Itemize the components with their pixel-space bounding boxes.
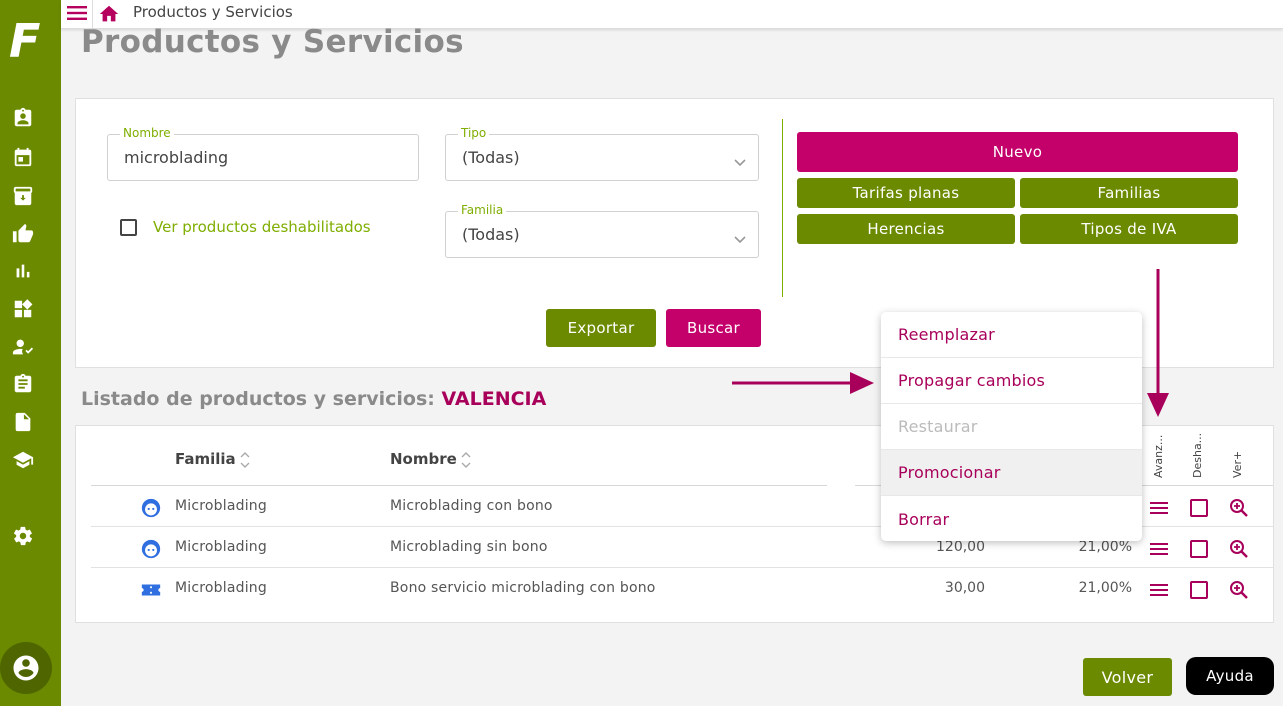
breadcrumb: Productos y Servicios: [133, 3, 293, 21]
header-nombre[interactable]: Nombre: [390, 450, 471, 469]
list-city: VALENCIA: [441, 388, 547, 410]
zoom-in-icon[interactable]: [1228, 497, 1250, 519]
zoom-in-icon[interactable]: [1228, 538, 1250, 560]
deshabilitar-checkbox[interactable]: [1188, 497, 1210, 519]
nuevo-button[interactable]: Nuevo: [797, 132, 1238, 172]
sort-icon[interactable]: [461, 451, 471, 469]
filter-divider: [782, 119, 783, 297]
header-divider: [91, 485, 827, 486]
tipo-select[interactable]: Tipo (Todas): [445, 126, 759, 181]
row-divider: [91, 567, 1273, 568]
tarifas-planas-button[interactable]: Tarifas planas: [797, 178, 1015, 208]
row-familia: Microblading: [175, 498, 267, 514]
menu-hamburger-icon[interactable]: [67, 5, 87, 21]
row-iva: 21,00%: [1078, 539, 1132, 555]
header-nombre-label: Nombre: [390, 450, 457, 468]
ayuda-button[interactable]: Ayuda: [1186, 657, 1274, 695]
page-title: Productos y Servicios: [81, 24, 464, 60]
row-familia: Microblading: [175, 539, 267, 555]
volver-button[interactable]: Volver: [1083, 658, 1172, 696]
archive-box-icon[interactable]: [12, 185, 34, 207]
thumbs-up-icon[interactable]: [12, 223, 34, 245]
bar-chart-icon[interactable]: [12, 260, 34, 282]
nombre-field[interactable]: Nombre microblading: [107, 126, 419, 181]
familia-select[interactable]: Familia (Todas): [445, 203, 759, 258]
app-logo: F: [9, 14, 41, 68]
menu-item-propagar-cambios[interactable]: Propagar cambios: [881, 358, 1142, 404]
zoom-in-icon[interactable]: [1228, 579, 1250, 601]
header-deshabilitado: Desha...: [1191, 432, 1204, 478]
list-title: Listado de productos y servicios: VALENC…: [81, 388, 546, 410]
header-familia[interactable]: Familia: [175, 450, 250, 469]
calendar-icon[interactable]: [12, 146, 34, 168]
face-icon: [140, 497, 162, 519]
menu-item-reemplazar[interactable]: Reemplazar: [881, 312, 1142, 358]
row-precio: 30,00: [944, 580, 985, 596]
sidebar: F: [0, 0, 61, 706]
list-clipboard-icon[interactable]: [12, 373, 34, 395]
tipo-value: (Todas): [462, 148, 520, 167]
menu-lines-icon[interactable]: [1148, 579, 1170, 601]
familia-value: (Todas): [462, 225, 520, 244]
deshabilitar-checkbox[interactable]: [1188, 538, 1210, 560]
familia-label: Familia: [458, 203, 507, 217]
graduation-cap-icon[interactable]: [12, 449, 34, 471]
nombre-input[interactable]: microblading: [124, 148, 228, 167]
nombre-label: Nombre: [120, 126, 174, 140]
chevron-down-icon[interactable]: [734, 229, 746, 244]
row-precio: 120,00: [936, 539, 985, 555]
row-nombre: Microblading sin bono: [390, 539, 548, 555]
tipos-iva-button[interactable]: Tipos de IVA: [1020, 214, 1238, 244]
gear-icon[interactable]: [12, 525, 34, 547]
row-familia: Microblading: [175, 580, 267, 596]
tipo-label: Tipo: [458, 126, 490, 140]
user-avatar-icon[interactable]: [0, 642, 52, 694]
header-avanzado: Avanz...: [1152, 434, 1165, 478]
home-icon[interactable]: [98, 3, 120, 25]
ver-deshabilitados-label[interactable]: Ver productos deshabilitados: [153, 218, 371, 236]
menu-lines-icon[interactable]: [1148, 497, 1170, 519]
row-iva: 21,00%: [1078, 580, 1132, 596]
row-nombre: Microblading con bono: [390, 498, 553, 514]
menu-item-restaurar: Restaurar: [881, 404, 1142, 450]
deshabilitar-checkbox[interactable]: [1188, 579, 1210, 601]
document-icon[interactable]: [12, 411, 34, 433]
menu-item-borrar[interactable]: Borrar: [881, 496, 1142, 541]
ver-deshabilitados-checkbox[interactable]: [120, 219, 137, 236]
buscar-button[interactable]: Buscar: [666, 309, 761, 347]
row-nombre: Bono servicio microblading con bono: [390, 580, 656, 596]
person-check-icon[interactable]: [12, 336, 34, 358]
ticket-icon: [140, 579, 162, 601]
header-familia-label: Familia: [175, 450, 236, 468]
menu-lines-icon[interactable]: [1148, 538, 1170, 560]
widgets-icon[interactable]: [12, 298, 34, 320]
list-title-text: Listado de productos y servicios:: [81, 388, 435, 410]
herencias-button[interactable]: Herencias: [797, 214, 1015, 244]
arrow-down-annotation: [1147, 269, 1169, 417]
clipboard-user-icon[interactable]: [12, 107, 34, 129]
exportar-button[interactable]: Exportar: [546, 309, 656, 347]
familias-button[interactable]: Familias: [1020, 178, 1238, 208]
arrow-right-annotation: [732, 372, 874, 394]
menu-item-promocionar[interactable]: Promocionar: [881, 450, 1142, 496]
face-icon: [140, 538, 162, 560]
header-ver: Ver+: [1231, 450, 1244, 478]
actions-dropdown-menu: Reemplazar Propagar cambios Restaurar Pr…: [881, 312, 1142, 541]
sort-icon[interactable]: [240, 451, 250, 469]
chevron-down-icon[interactable]: [734, 152, 746, 167]
